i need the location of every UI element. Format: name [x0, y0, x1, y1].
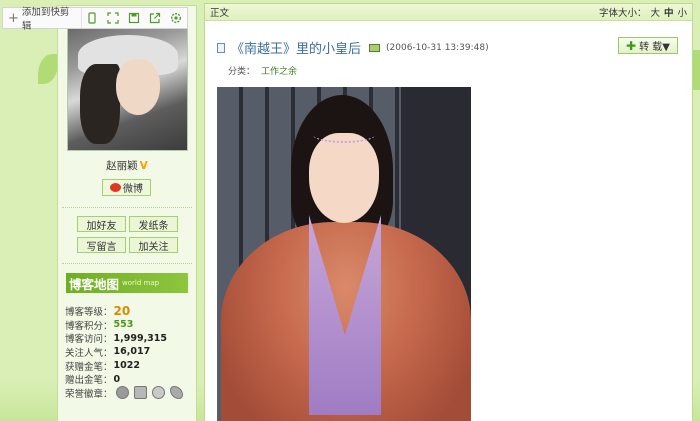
article-section-label: 正文 — [210, 8, 230, 19]
stat-label: 博客等级： — [65, 306, 113, 318]
article-photo[interactable] — [217, 87, 471, 421]
camera-badge-icon[interactable] — [133, 386, 147, 400]
stat-value: 16,017 — [113, 346, 151, 358]
add-friend-button[interactable]: 加好友 — [77, 216, 126, 232]
add-to-clip-button[interactable]: + 添加到快剪辑 — [3, 7, 82, 32]
blog-map-banner[interactable]: 博客地图 world map — [66, 273, 188, 293]
font-size-label: 字体大小： — [598, 8, 647, 19]
font-size-small[interactable]: 小 — [677, 5, 687, 19]
stat-label: 获赠金笔： — [65, 361, 113, 373]
divider — [62, 263, 192, 264]
stat-pens-given: 赠出金笔： 0 — [65, 372, 193, 387]
font-size-medium[interactable]: 中 — [664, 5, 674, 19]
phone-icon[interactable] — [82, 8, 103, 28]
image-icon — [369, 43, 381, 52]
blog-map-title: 博客地图 — [69, 276, 120, 292]
lock-badge-icon[interactable] — [151, 386, 165, 400]
weibo-label: 微博 — [123, 184, 143, 195]
fullscreen-icon[interactable] — [103, 8, 124, 28]
stat-label: 博客访问： — [65, 334, 113, 346]
category-label: 分类： — [228, 67, 256, 77]
article-date: (2006-10-31 13:39:48) — [386, 42, 489, 53]
document-icon — [217, 42, 225, 53]
follow-button[interactable]: 加关注 — [129, 237, 178, 253]
blog-stats: 博客等级： 20 博客积分： 553 博客访问： 1,999,315 关注人气：… — [65, 304, 193, 400]
avatar-hair — [80, 64, 120, 144]
stat-value: 20 — [113, 303, 131, 318]
weibo-icon — [110, 183, 121, 192]
add-to-clip-label: 添加到快剪辑 — [21, 7, 70, 32]
background-leaf — [38, 54, 58, 84]
article-header: 正文 字体大小： 大 中 小 — [205, 4, 692, 21]
stat-visits: 博客访问： 1,999,315 — [65, 331, 193, 346]
photo-face — [309, 133, 379, 223]
stat-label: 关注人气： — [65, 347, 113, 359]
clip-toolbar: + 添加到快剪辑 — [2, 7, 188, 32]
divider — [62, 207, 192, 208]
badge-list — [115, 386, 183, 400]
plus-icon: ✚ — [626, 38, 637, 53]
stat-label: 博客积分： — [65, 320, 113, 332]
stat-label: 赠出金笔： — [65, 375, 113, 387]
send-note-button[interactable]: 发纸条 — [129, 216, 178, 232]
stat-badges: 荣誉徽章： — [65, 386, 193, 400]
article-panel: 正文 字体大小： 大 中 小 《南越王》里的小皇后 (2006-10-31 13… — [204, 3, 693, 421]
stat-label: 荣誉徽章： — [65, 388, 113, 400]
repost-button[interactable]: ✚ 转 载▼ — [618, 37, 678, 54]
font-size-large[interactable]: 大 — [650, 5, 660, 19]
stat-value: 1022 — [113, 360, 140, 372]
profile-sidebar: 赵丽颖 V 微博 加好友 发纸条 写留言 加关注 博客地图 world map 博… — [57, 5, 197, 421]
article-title[interactable]: 《南越王》里的小皇后 — [231, 38, 361, 57]
avatar[interactable] — [67, 28, 188, 151]
stat-points: 博客积分： 553 — [65, 318, 193, 332]
weibo-button[interactable]: 微博 — [102, 179, 151, 196]
article-title-row: 《南越王》里的小皇后 (2006-10-31 13:39:48) — [217, 38, 489, 57]
stat-value: 553 — [113, 319, 134, 331]
leave-message-button[interactable]: 写留言 — [77, 237, 126, 253]
article-category: 分类： 工作之余 — [228, 64, 297, 77]
stat-pens-received: 获赠金笔： 1022 — [65, 359, 193, 373]
font-size-control: 字体大小： 大 中 小 — [599, 5, 687, 19]
stat-popularity: 关注人气： 16,017 — [65, 345, 193, 359]
avatar-face — [116, 59, 160, 115]
stat-value: 1,999,315 — [113, 332, 168, 344]
pen-badge-icon[interactable] — [169, 386, 183, 400]
profile-name-row: 赵丽颖 V — [58, 158, 196, 173]
profile-name[interactable]: 赵丽颖 — [106, 160, 138, 172]
share-icon[interactable] — [145, 8, 166, 28]
verified-icon: V — [139, 160, 148, 172]
medal-icon[interactable] — [115, 386, 129, 400]
repost-label: 转 载▼ — [639, 42, 670, 53]
settings-icon[interactable] — [166, 8, 187, 28]
category-link[interactable]: 工作之余 — [261, 67, 297, 77]
save-icon[interactable] — [124, 8, 145, 28]
photo-headpiece — [313, 127, 375, 143]
blog-map-subtitle: world map — [122, 279, 160, 287]
plus-icon: + — [8, 10, 19, 26]
stat-value: 0 — [113, 373, 121, 385]
stat-level: 博客等级： 20 — [65, 304, 193, 318]
